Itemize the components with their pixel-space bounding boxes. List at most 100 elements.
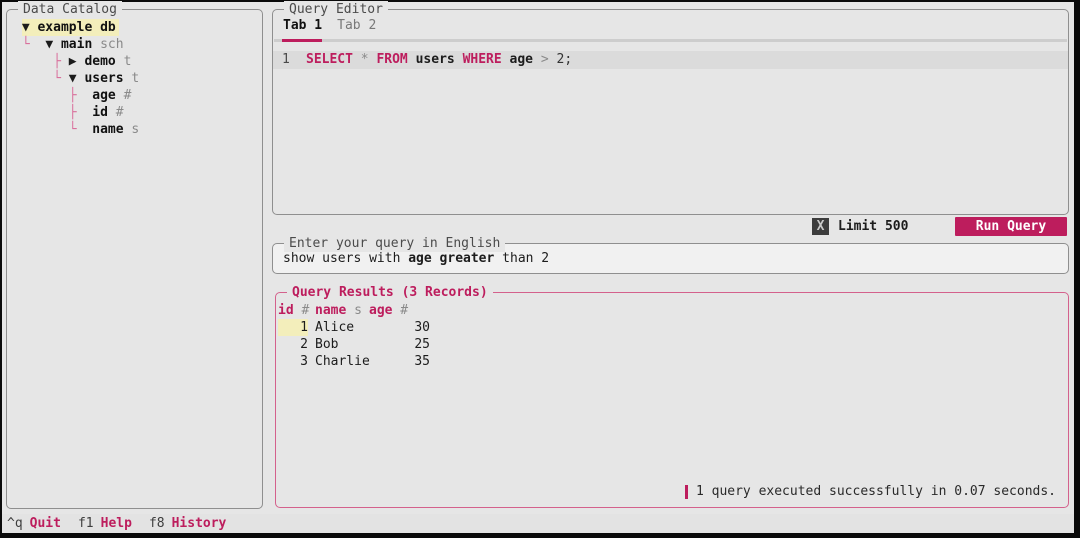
sql-operator: > [540,52,557,67]
english-query-panel[interactable]: Enter your query in English show users w… [272,235,1069,274]
sql-editor-line[interactable]: 1 SELECT * FROM users WHERE age > 2; [273,51,1068,69]
footer-quit[interactable]: ^q Quit [7,514,61,533]
chevron-down-icon[interactable]: ▼ [22,20,38,35]
cell-id-selected[interactable]: 1 [278,319,308,336]
column-header-name[interactable]: name s [315,302,367,319]
nl-text-highlight: greater [439,251,503,266]
tree-item-label: name [92,122,124,137]
tree-item-id-column[interactable]: ├ id # [14,104,262,121]
key-action-label: Help [100,516,132,531]
tab-separator [274,39,1067,42]
column-header-age[interactable]: age # [367,302,433,319]
data-catalog-title: Data Catalog [18,1,122,18]
tree-guide: └ [14,37,46,52]
tree-item-type: t [123,71,140,86]
tree-item-type: db [92,20,116,35]
key-hint: f8 [148,516,165,531]
cell-id[interactable]: 2 [278,336,308,353]
tree-item-main-schema[interactable]: └ ▼ main sch [14,36,262,53]
tree-item-type: # [115,88,132,103]
key-action-label: History [171,516,227,531]
english-query-title: Enter your query in English [284,235,506,252]
tree-item-type: t [115,54,132,69]
nl-text-highlight: age [408,251,440,266]
column-name: age [369,303,393,318]
cell-name[interactable]: Charlie [315,353,370,370]
tab-1[interactable]: Tab 1 [283,18,322,35]
cell-age[interactable]: 30 [367,319,433,336]
status-accent-bar [684,484,688,499]
cell-age[interactable]: 35 [367,353,433,370]
tree-guide: └ [14,71,69,86]
column-name: name [315,303,347,318]
tree-item-demo-table[interactable]: ├ ▶ demo t [14,53,262,70]
sql-keyword: WHERE [462,52,510,67]
chevron-down-icon[interactable]: ▼ [45,37,61,52]
results-header-row: id # name s age # [278,302,1068,319]
tree-item-age-column[interactable]: ├ age # [14,87,262,104]
chevron-right-icon[interactable]: ▶ [69,54,85,69]
sql-identifier: users [415,52,463,67]
results-table: id # name s age # 1 Alice 30 2 Bob 25 3 … [276,293,1068,370]
tree-item-label: age [92,88,116,103]
key-hint: f1 [77,516,94,531]
column-name: id [278,303,294,318]
tree-item-label: example [37,20,93,35]
column-header-id[interactable]: id # [278,302,310,319]
sql-operator: * [360,52,377,67]
query-results-title: Query Results (3 Records) [287,284,493,301]
footer-help[interactable]: f1 Help [78,514,132,533]
active-tab-underline [282,39,322,42]
cell-name[interactable]: Alice [315,319,367,336]
data-catalog-panel: Data Catalog ▼ example db └ ▼ main sch ├… [6,1,263,509]
nl-text-segment: than 2 [502,251,550,266]
cell-id[interactable]: 3 [278,353,308,370]
tree-guide: ├ [14,88,93,103]
limit-label[interactable]: Limit 500 [838,218,908,235]
nl-text-segment: show users with [283,251,409,266]
footer-keybar: ^q Quit f1 Help f8 History [2,514,1074,533]
tree-guide: ├ [14,54,69,69]
limit-checkbox[interactable]: X [812,218,829,235]
footer-history[interactable]: f8 History [149,514,226,533]
tree-item-example-db[interactable]: ▼ example db [14,19,262,36]
query-results-panel: Query Results (3 Records) id # name s ag… [275,284,1069,508]
editor-tab-bar: Tab 1 Tab 2 [273,10,1068,35]
chevron-down-icon[interactable]: ▼ [69,71,85,86]
cell-age[interactable]: 25 [367,336,433,353]
key-action-label: Quit [29,516,61,531]
status-text: 1 query executed successfully in 0.07 se… [695,484,1056,499]
tree-item-name-column[interactable]: └ name s [14,121,262,138]
tab-2[interactable]: Tab 2 [337,18,376,35]
status-message: 1 query executed successfully in 0.07 se… [684,484,1056,499]
tree-item-label: id [92,105,108,120]
column-type-icon: # [293,303,310,318]
tree-guide: ├ [14,105,93,120]
run-query-button[interactable]: Run Query [955,217,1067,236]
column-type-icon: s [346,303,362,318]
cell-name[interactable]: Bob [315,336,367,353]
table-row[interactable]: 3 Charlie 35 [278,353,1068,370]
catalog-tree: ▼ example db └ ▼ main sch ├ ▶ demo t └ ▼… [7,10,262,138]
tree-item-label: main [60,37,93,52]
sql-identifier: age [509,52,541,67]
key-hint: ^q [7,516,23,531]
line-number: 1 [282,52,290,67]
table-row[interactable]: 2 Bob 25 [278,336,1068,353]
tree-item-label: users [84,71,124,86]
query-editor-panel: Query Editor Tab 1 Tab 2 1 SELECT * FROM … [272,1,1069,215]
sql-number: 2; [556,52,573,67]
tree-selected-highlight: ▼ example db [21,19,119,36]
tree-item-type: s [123,122,140,137]
tree-item-type: sch [92,37,124,52]
table-row[interactable]: 1 Alice 30 [278,319,1068,336]
tree-guide: └ [14,122,93,137]
tree-guide [14,20,22,35]
query-editor-title: Query Editor [284,1,388,18]
column-type-icon: # [392,303,409,318]
sql-keyword: SELECT [306,52,361,67]
tree-item-type: # [107,105,124,120]
tree-item-users-table[interactable]: └ ▼ users t [14,70,262,87]
sql-keyword: FROM [376,52,416,67]
tree-item-label: demo [84,54,116,69]
